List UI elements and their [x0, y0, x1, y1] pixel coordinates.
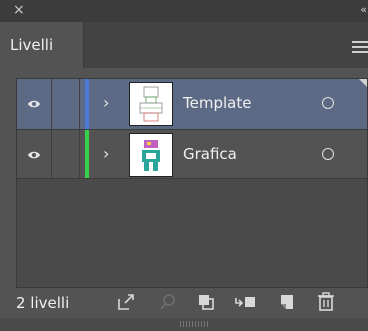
tab-layers-label: Livelli: [10, 36, 54, 54]
layer-target-icon[interactable]: [322, 97, 334, 109]
layer-row-template[interactable]: › Template: [17, 79, 367, 129]
visibility-eye-icon[interactable]: [27, 148, 41, 162]
column-divider: [51, 79, 52, 129]
expand-chevron-icon[interactable]: ›: [103, 93, 109, 112]
template-thumbnail-art: [139, 86, 163, 122]
close-icon[interactable]: ×: [13, 2, 25, 18]
layer-row-grafica[interactable]: › Grafica: [17, 129, 367, 179]
column-divider: [79, 130, 80, 178]
layer-name[interactable]: Grafica: [183, 145, 237, 163]
resize-grip[interactable]: [180, 321, 210, 327]
move-to-layer-icon[interactable]: [234, 292, 258, 312]
panel-footer: 2 livelli: [0, 290, 368, 320]
selection-corner-indicator: [359, 79, 367, 87]
layer-thumbnail: [129, 133, 173, 177]
panel-menu-icon[interactable]: [352, 41, 368, 53]
export-icon[interactable]: [116, 292, 136, 312]
visibility-eye-icon[interactable]: [27, 97, 41, 111]
tab-layers[interactable]: Livelli: [0, 22, 84, 68]
layer-name[interactable]: Template: [183, 94, 251, 112]
collapse-panel-icon[interactable]: ‹‹: [360, 3, 367, 16]
layers-list: › Template › Grafica: [16, 78, 368, 288]
layer-target-icon[interactable]: [322, 148, 334, 160]
layer-color-swatch: [85, 79, 89, 129]
layer-count: 2 livelli: [16, 294, 70, 312]
tab-bar: Livelli: [0, 22, 368, 68]
panel-titlebar: × ‹‹: [0, 0, 368, 22]
column-divider: [79, 79, 80, 129]
trash-icon[interactable]: [316, 292, 336, 312]
search-icon[interactable]: [158, 292, 178, 312]
expand-chevron-icon[interactable]: ›: [103, 144, 109, 163]
column-divider: [51, 130, 52, 178]
new-layer-icon[interactable]: [277, 292, 297, 312]
grafica-thumbnail-art: [142, 140, 160, 171]
layer-thumbnail: [129, 82, 173, 126]
clipping-mask-icon[interactable]: [196, 292, 216, 312]
layer-color-swatch: [85, 130, 89, 178]
